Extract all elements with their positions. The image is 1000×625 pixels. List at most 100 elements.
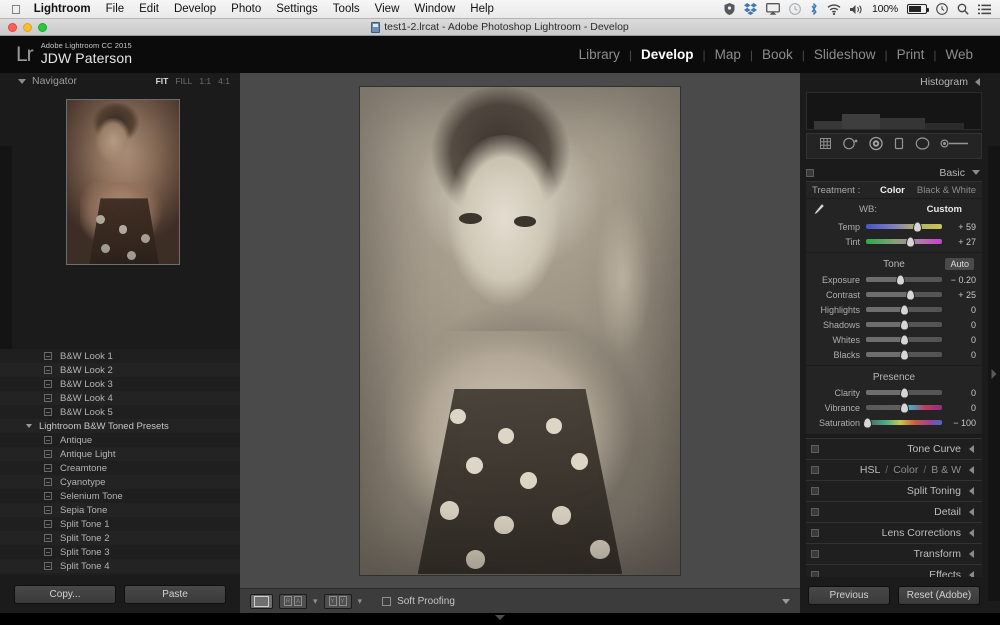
menu-item-photo[interactable]: Photo bbox=[231, 3, 261, 15]
preset-row[interactable]: Split Tone 1 bbox=[0, 517, 240, 531]
slider-clarity-track[interactable] bbox=[866, 387, 942, 398]
previous-button[interactable]: Previous bbox=[808, 585, 890, 605]
time-machine-icon[interactable] bbox=[789, 3, 801, 15]
preset-row[interactable]: Split Tone 3 bbox=[0, 545, 240, 559]
slider-tint[interactable]: Tint + 27 bbox=[806, 234, 982, 249]
preset-row[interactable]: Selenium Tone bbox=[0, 489, 240, 503]
panel-collapse-icon[interactable] bbox=[969, 466, 974, 474]
histogram[interactable] bbox=[806, 92, 982, 130]
preset-row[interactable]: B&W Look 3 bbox=[0, 377, 240, 391]
loupe-stage[interactable] bbox=[240, 73, 800, 588]
slider-vibrance-track[interactable] bbox=[866, 402, 942, 413]
panel-header-tone-curve[interactable]: Tone Curve bbox=[806, 438, 982, 459]
slider-whites[interactable]: Whites 0 bbox=[806, 332, 982, 347]
menu-item-settings[interactable]: Settings bbox=[276, 3, 318, 15]
panel-collapse-icon[interactable] bbox=[969, 529, 974, 537]
red-eye-icon[interactable] bbox=[868, 136, 884, 156]
slider-saturation[interactable]: Saturation − 100 bbox=[806, 415, 982, 430]
paste-button[interactable]: Paste bbox=[124, 584, 226, 604]
right-panel-collapse-handle[interactable] bbox=[988, 146, 1000, 601]
menu-item-file[interactable]: File bbox=[106, 3, 125, 15]
preset-group-row[interactable]: Lightroom B&W Toned Presets bbox=[0, 419, 240, 433]
preset-row[interactable]: B&W Look 2 bbox=[0, 363, 240, 377]
hsl-tab-bw[interactable]: B & W bbox=[931, 464, 961, 476]
module-map[interactable]: Map bbox=[706, 47, 750, 62]
menu-item-tools[interactable]: Tools bbox=[333, 3, 360, 15]
zoom-4-1[interactable]: 4:1 bbox=[218, 76, 230, 86]
preset-row[interactable]: Antique Light bbox=[0, 447, 240, 461]
panel-header-lens-corrections[interactable]: Lens Corrections bbox=[806, 522, 982, 543]
preset-row[interactable]: Antique bbox=[0, 433, 240, 447]
slider-clarity[interactable]: Clarity 0 bbox=[806, 385, 982, 400]
preset-row[interactable]: B&W Look 4 bbox=[0, 391, 240, 405]
shield-icon[interactable] bbox=[724, 3, 735, 15]
menu-item-lightroom[interactable]: Lightroom bbox=[34, 3, 91, 15]
basic-panel-switch[interactable] bbox=[806, 168, 814, 177]
before-after-button[interactable]: RA bbox=[279, 593, 307, 609]
panel-collapse-icon[interactable] bbox=[969, 445, 974, 453]
before-after-chevron-icon[interactable]: ▾ bbox=[313, 596, 318, 607]
panel-header-hsl-color-b-w[interactable]: HSL / Color / B & W bbox=[806, 459, 982, 480]
hsl-tab-hsl[interactable]: HSL bbox=[860, 464, 880, 476]
slider-blacks-track[interactable] bbox=[866, 349, 942, 360]
preset-row[interactable]: Split Tone 4 bbox=[0, 559, 240, 573]
panel-header-transform[interactable]: Transform bbox=[806, 543, 982, 564]
menu-item-edit[interactable]: Edit bbox=[139, 3, 159, 15]
airplay-icon[interactable] bbox=[765, 3, 780, 15]
treatment-bw-option[interactable]: Black & White bbox=[917, 185, 976, 196]
slider-temp-knob[interactable] bbox=[913, 221, 923, 232]
panel-header-detail[interactable]: Detail bbox=[806, 501, 982, 522]
panel-switch[interactable] bbox=[811, 466, 819, 474]
slider-temp[interactable]: Temp + 59 bbox=[806, 219, 982, 234]
slider-tint-track[interactable] bbox=[866, 236, 942, 247]
crop-overlay-icon[interactable] bbox=[818, 136, 833, 156]
eyedropper-icon[interactable] bbox=[812, 203, 825, 216]
preset-row[interactable]: Split Tone 2 bbox=[0, 531, 240, 545]
copy-button[interactable]: Copy... bbox=[14, 584, 116, 604]
menu-item-develop[interactable]: Develop bbox=[174, 3, 216, 15]
slider-vibrance-knob[interactable] bbox=[899, 402, 909, 413]
zoom-button[interactable] bbox=[38, 23, 47, 32]
treatment-color-option[interactable]: Color bbox=[880, 185, 905, 196]
toolbar-chevron-down-icon[interactable] bbox=[782, 598, 790, 604]
slider-saturation-track[interactable] bbox=[863, 417, 942, 428]
slider-highlights[interactable]: Highlights 0 bbox=[806, 302, 982, 317]
preset-row[interactable]: B&W Look 5 bbox=[0, 405, 240, 419]
notification-center-icon[interactable] bbox=[978, 4, 991, 15]
module-print[interactable]: Print bbox=[888, 47, 934, 62]
menu-item-window[interactable]: Window bbox=[414, 3, 455, 15]
module-web[interactable]: Web bbox=[936, 47, 982, 62]
filmstrip-collapsed-bar[interactable] bbox=[0, 613, 1000, 625]
identity-plate[interactable]: Adobe Lightroom CC 2015 JDW Paterson bbox=[41, 42, 132, 66]
spot-removal-icon[interactable] bbox=[842, 136, 859, 156]
basic-panel-header[interactable]: Basic bbox=[800, 164, 988, 181]
panel-switch[interactable] bbox=[811, 508, 819, 516]
close-button[interactable] bbox=[8, 23, 17, 32]
slider-vibrance[interactable]: Vibrance 0 bbox=[806, 400, 982, 415]
battery-icon[interactable] bbox=[907, 4, 929, 14]
clock-icon[interactable] bbox=[936, 3, 948, 15]
soft-proofing-checkbox[interactable] bbox=[382, 596, 392, 606]
zoom-fill[interactable]: FILL bbox=[175, 76, 192, 86]
slider-highlights-knob[interactable] bbox=[899, 304, 909, 315]
slider-tint-knob[interactable] bbox=[905, 236, 915, 247]
tone-auto-button[interactable]: Auto bbox=[945, 258, 974, 270]
menu-item-help[interactable]: Help bbox=[470, 3, 494, 15]
wifi-icon[interactable] bbox=[827, 3, 841, 15]
compare-chevron-icon[interactable]: ▾ bbox=[358, 596, 363, 607]
graduated-filter-icon[interactable] bbox=[893, 136, 905, 156]
slider-whites-track[interactable] bbox=[866, 334, 942, 345]
preset-row[interactable]: Cyanotype bbox=[0, 475, 240, 489]
slider-exposure-knob[interactable] bbox=[895, 274, 905, 285]
panel-switch[interactable] bbox=[811, 487, 819, 495]
apple-icon[interactable]:  bbox=[11, 3, 21, 16]
navigator-thumbnail[interactable] bbox=[66, 99, 180, 265]
panel-collapse-icon[interactable] bbox=[969, 550, 974, 558]
module-develop[interactable]: Develop bbox=[632, 47, 703, 62]
wb-value[interactable]: Custom bbox=[927, 204, 976, 215]
slider-blacks-knob[interactable] bbox=[899, 349, 909, 360]
bluetooth-icon[interactable] bbox=[810, 3, 818, 15]
zoom-fit[interactable]: FIT bbox=[156, 76, 169, 86]
compare-view-button[interactable]: YY bbox=[323, 593, 352, 609]
photo-preview[interactable] bbox=[360, 86, 680, 575]
